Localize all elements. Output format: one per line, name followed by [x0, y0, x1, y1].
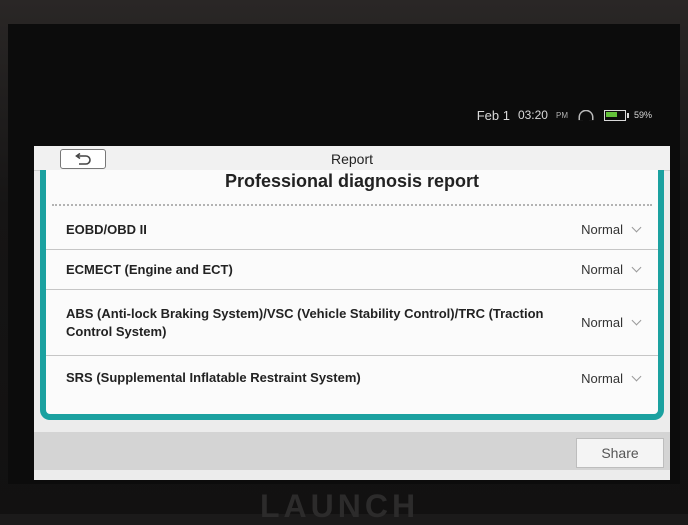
status-value: Normal [581, 315, 623, 330]
report-panel: Professional diagnosis report EOBD/OBD I… [40, 170, 664, 420]
system-name: EOBD/OBD II [66, 221, 147, 237]
back-arrow-icon [75, 153, 91, 165]
status-dropdown[interactable]: Normal [581, 370, 642, 386]
device-brand-logo: LAUNCH [260, 488, 420, 524]
chevron-down-icon [631, 315, 642, 326]
dotted-divider [52, 204, 652, 206]
table-row: ABS (Anti-lock Braking System)/VSC (Vehi… [46, 290, 658, 356]
bottom-action-bar: Share [34, 432, 670, 470]
chevron-down-icon [631, 222, 642, 233]
status-date: Feb 1 [476, 107, 510, 123]
status-value: Normal [581, 222, 623, 237]
table-row: SRS (Supplemental Inflatable Restraint S… [46, 356, 658, 400]
wifi-icon [578, 109, 594, 121]
back-button[interactable] [60, 149, 106, 169]
page-title: Report [330, 151, 374, 167]
chevron-down-icon [631, 371, 642, 381]
status-dropdown[interactable]: Normal [581, 262, 642, 277]
title-bar: Report [34, 146, 670, 171]
status-dropdown[interactable]: Normal [581, 315, 642, 330]
status-ampm: PM [555, 110, 568, 120]
system-name: ECMECT (Engine and ECT) [66, 261, 233, 277]
status-value: Normal [581, 262, 623, 277]
battery-percent: 59% [633, 110, 652, 120]
battery-fill [605, 111, 617, 117]
report-window: Report Professional diagnosis report EOB… [34, 146, 670, 480]
battery-cap [626, 112, 629, 118]
status-bar: Feb 1 03:20 PM 59% [0, 104, 662, 126]
status-value: Normal [581, 370, 623, 386]
table-row: EOBD/OBD II Normal [46, 210, 658, 250]
share-button[interactable]: Share [576, 438, 664, 468]
system-name: ABS (Anti-lock Braking System)/VSC (Vehi… [66, 305, 544, 339]
status-dropdown[interactable]: Normal [581, 222, 642, 237]
table-row: ECMECT (Engine and ECT) Normal [46, 250, 658, 290]
report-heading: Professional diagnosis report [224, 171, 480, 191]
system-name: SRS (Supplemental Inflatable Restraint S… [66, 370, 361, 385]
battery-icon [603, 109, 629, 121]
report-rows: EOBD/OBD II Normal ECMECT (Engine and EC… [46, 210, 658, 400]
status-time: 03:20 [517, 108, 548, 122]
chevron-down-icon [631, 262, 642, 273]
